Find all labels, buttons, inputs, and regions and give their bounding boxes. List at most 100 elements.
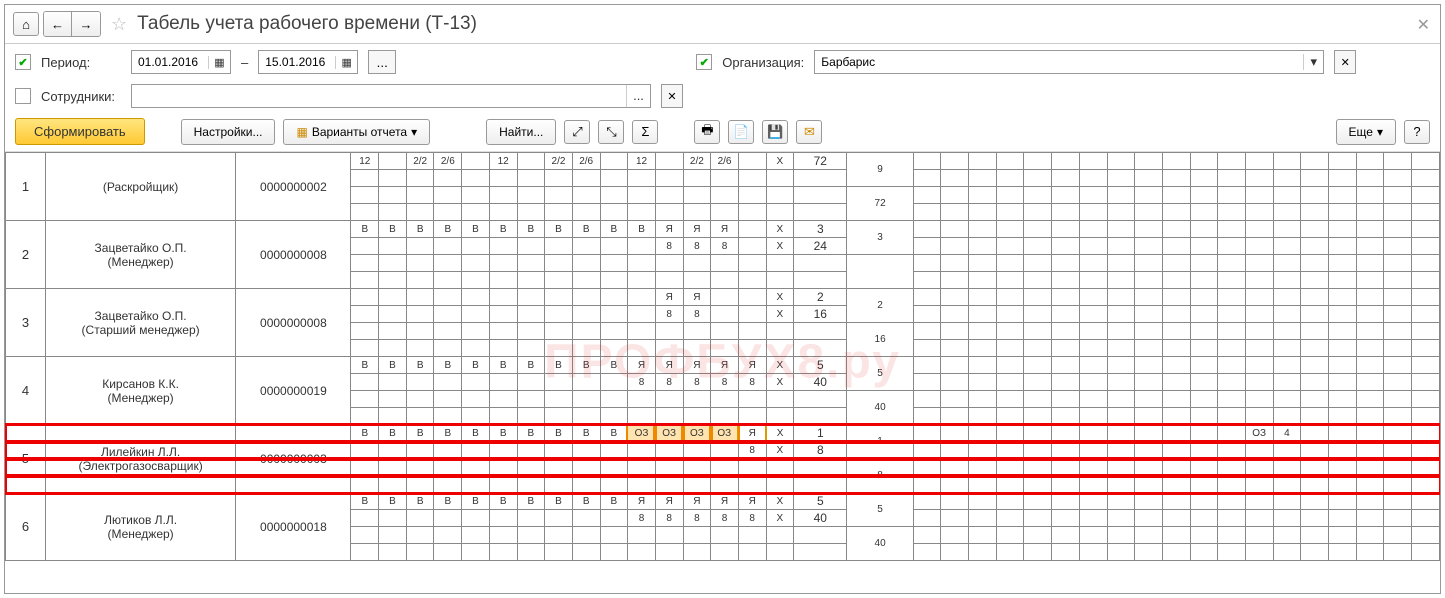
day-cell[interactable] [489,238,517,255]
day-cell[interactable] [572,459,600,476]
day-cell[interactable] [600,374,628,391]
table-row[interactable]: 2Зацветайко О.П.(Менеджер)0000000008ВВВВ… [6,221,1440,238]
day-cell[interactable] [545,442,573,459]
extra-cell[interactable] [1384,323,1412,340]
day-cell[interactable] [655,187,683,204]
extra-cell[interactable] [1024,187,1052,204]
extra-cell[interactable] [1162,187,1190,204]
extra-cell[interactable] [1245,340,1273,357]
extra-cell[interactable] [913,170,941,187]
day-cell[interactable]: Х [766,442,794,459]
extra-cell[interactable] [996,255,1024,272]
extra-cell[interactable] [1190,544,1218,561]
extra-cell[interactable] [1079,476,1107,493]
employees-checkbox[interactable] [15,88,31,104]
extra-cell[interactable] [1218,204,1246,221]
day-cell[interactable] [462,391,490,408]
extra-cell[interactable] [1107,204,1135,221]
extra-cell[interactable] [1218,340,1246,357]
day-cell[interactable]: В [379,425,407,442]
day-cell[interactable] [572,408,600,425]
extra-cell[interactable] [1245,476,1273,493]
day-cell[interactable]: Х [766,510,794,527]
day-cell[interactable] [406,323,434,340]
extra-cell[interactable] [1411,544,1439,561]
extra-cell[interactable] [1218,408,1246,425]
extra-cell[interactable] [1162,442,1190,459]
extra-cell[interactable] [1411,442,1439,459]
extra-cell[interactable] [996,153,1024,170]
day-cell[interactable] [434,527,462,544]
day-cell[interactable] [600,544,628,561]
day-cell[interactable]: ОЗ [683,425,711,442]
more-button[interactable]: Еще ▾ [1336,119,1396,145]
extra-cell[interactable] [1052,204,1080,221]
day-cell[interactable] [351,289,379,306]
day-cell[interactable] [434,289,462,306]
day-cell[interactable]: 8 [683,510,711,527]
extra-cell[interactable] [1052,238,1080,255]
mail-icon[interactable]: ✉ [796,120,822,144]
day-cell[interactable]: В [545,493,573,510]
extra-cell[interactable] [1218,272,1246,289]
day-cell[interactable]: 12 [489,153,517,170]
extra-cell[interactable] [913,204,941,221]
extra-cell[interactable] [1273,493,1301,510]
day-cell[interactable] [406,272,434,289]
extra-cell[interactable] [1024,272,1052,289]
extra-cell[interactable] [1052,425,1080,442]
extra-cell[interactable] [1273,544,1301,561]
extra-cell[interactable] [1384,425,1412,442]
extra-cell[interactable] [941,323,969,340]
extra-cell[interactable] [1301,255,1329,272]
day-cell[interactable] [379,153,407,170]
extra-cell[interactable] [1356,459,1384,476]
day-cell[interactable]: Х [766,238,794,255]
extra-cell[interactable] [996,510,1024,527]
extra-cell[interactable] [969,221,997,238]
period-checkbox[interactable]: ✔ [15,54,31,70]
extra-cell[interactable] [1245,442,1273,459]
table-row[interactable]: 1(Раскройщик)0000000002122/22/6122/22/61… [6,153,1440,170]
extra-cell[interactable] [996,170,1024,187]
extra-cell[interactable] [1328,442,1356,459]
extra-cell[interactable] [941,357,969,374]
date-from-input[interactable] [132,55,208,69]
extra-cell[interactable] [1301,170,1329,187]
extra-cell[interactable] [1273,476,1301,493]
extra-cell[interactable] [1135,510,1163,527]
extra-cell[interactable] [1107,476,1135,493]
extra-cell[interactable] [1079,425,1107,442]
extra-cell[interactable] [1218,425,1246,442]
day-cell[interactable] [600,442,628,459]
extra-cell[interactable] [1384,527,1412,544]
extra-cell[interactable] [1162,238,1190,255]
day-cell[interactable]: 2/6 [711,153,739,170]
extra-cell[interactable] [1190,476,1218,493]
day-cell[interactable] [379,272,407,289]
extra-cell[interactable] [1162,425,1190,442]
extra-cell[interactable] [1162,340,1190,357]
extra-cell[interactable] [1301,391,1329,408]
day-cell[interactable]: 8 [738,374,766,391]
extra-cell[interactable] [1052,459,1080,476]
day-cell[interactable]: Я [655,289,683,306]
day-cell[interactable] [545,187,573,204]
extra-cell[interactable] [1190,187,1218,204]
extra-cell[interactable] [1245,408,1273,425]
table-row[interactable]: 4Кирсанов К.К.(Менеджер)0000000019ВВВВВВ… [6,357,1440,374]
day-cell[interactable] [655,323,683,340]
extra-cell[interactable] [1273,374,1301,391]
extra-cell[interactable] [969,374,997,391]
day-cell[interactable] [406,187,434,204]
day-cell[interactable] [517,323,545,340]
day-cell[interactable] [517,527,545,544]
day-cell[interactable] [545,391,573,408]
extra-cell[interactable] [1135,425,1163,442]
day-cell[interactable] [738,204,766,221]
extra-cell[interactable] [1218,255,1246,272]
extra-cell[interactable] [1190,493,1218,510]
day-cell[interactable] [379,340,407,357]
day-cell[interactable] [545,323,573,340]
extra-cell[interactable] [1052,153,1080,170]
